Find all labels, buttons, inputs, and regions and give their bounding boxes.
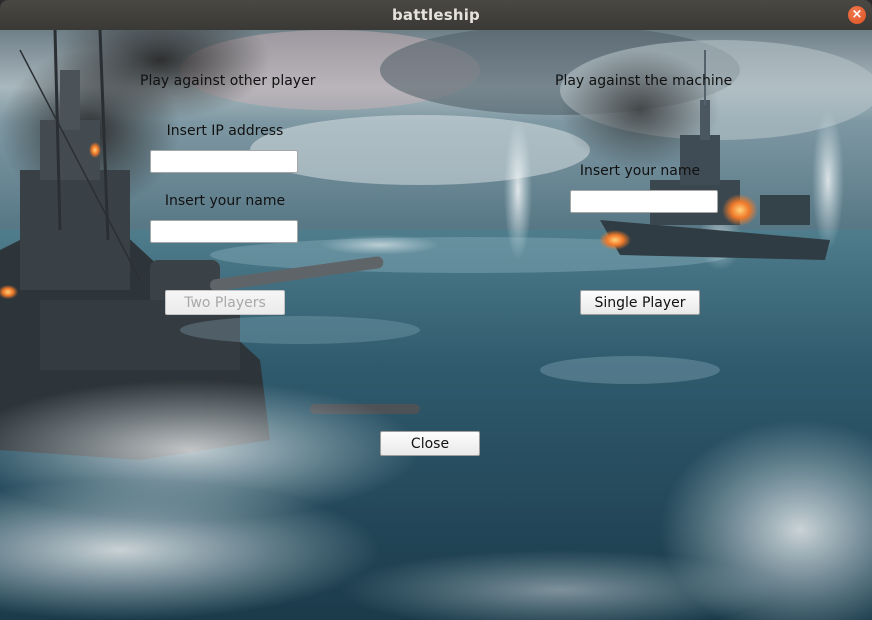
ip-address-input[interactable] (150, 150, 298, 173)
singleplayer-heading: Play against the machine (555, 73, 733, 89)
single-player-button[interactable]: Single Player (580, 290, 700, 315)
singleplayer-name-input[interactable] (570, 190, 718, 213)
battle-background-image (0, 30, 872, 620)
app-window: battleship × Play against other player I… (0, 0, 872, 620)
background-scene (0, 30, 872, 620)
window-title: battleship (391, 6, 480, 24)
close-button[interactable]: Close (380, 431, 480, 456)
multiplayer-name-label: Insert your name (164, 193, 286, 209)
two-players-button[interactable]: Two Players (165, 290, 285, 315)
title-bar[interactable]: battleship × (0, 0, 872, 30)
multiplayer-heading: Play against other player (140, 73, 316, 89)
close-icon[interactable]: × (848, 6, 866, 24)
multiplayer-name-input[interactable] (150, 220, 298, 243)
singleplayer-name-label: Insert your name (579, 163, 701, 179)
ip-address-label: Insert IP address (166, 123, 284, 139)
